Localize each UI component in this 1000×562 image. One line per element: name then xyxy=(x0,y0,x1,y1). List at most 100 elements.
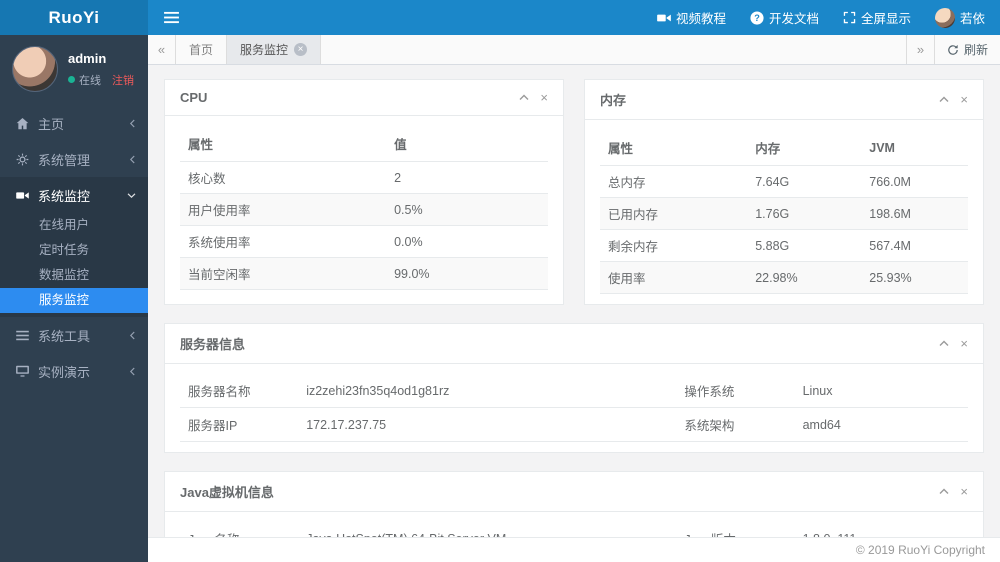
nav-label: 视频教程 xyxy=(675,12,726,26)
tabs-scroll-right-button[interactable]: » xyxy=(905,35,934,64)
collapse-chevron-up-icon[interactable] xyxy=(939,488,949,495)
table-header-row: 属性 内存 JVM xyxy=(600,130,968,166)
table-row: 核心数 2 xyxy=(180,161,548,194)
menu-item-system-tools[interactable]: 系统工具 xyxy=(0,317,148,353)
question-circle-icon: ? xyxy=(750,10,764,25)
panel-close-icon[interactable]: × xyxy=(960,93,968,106)
server-info-table: 服务器名称 iz2zehi23fn35q4od1g81rz 操作系统 Linux… xyxy=(180,374,968,442)
app-logo[interactable]: RuoYi xyxy=(0,0,148,35)
main-area: « 首页 服务监控 × » 刷新 CPU × 属性 值 核心数 2 用户使用率 … xyxy=(148,35,1000,562)
table-row: 已用内存 1.76G 198.6M xyxy=(600,197,968,230)
menu-item-label: 系统管理 xyxy=(38,152,91,168)
submenu-item-scheduled-tasks[interactable]: 定时任务 xyxy=(0,238,148,263)
sidebar: admin 在线 注销 主页 系统管理 系统监控 在线用户 定时任务 数据监控 … xyxy=(0,35,148,562)
collapse-chevron-up-icon[interactable] xyxy=(519,94,529,101)
cell-value: 0.0% xyxy=(386,225,548,258)
table-header-row: 属性 值 xyxy=(180,126,548,162)
cell-property: 核心数 xyxy=(180,161,387,194)
cell-value: 1.76G xyxy=(747,197,862,230)
footer: © 2019 RuoYi Copyright xyxy=(148,537,1000,562)
memory-panel: 内存 × 属性 内存 JVM 总内存 7.64G 766.0M 已用内存 1.7… xyxy=(584,79,984,305)
panel-tools: × xyxy=(939,93,968,106)
menu-item-home[interactable]: 主页 xyxy=(0,105,148,141)
user-info: admin 在线 注销 xyxy=(68,51,134,88)
submenu-system-monitor: 在线用户 定时任务 数据监控 服务监控 xyxy=(0,213,148,317)
sidebar-menu: 主页 系统管理 系统监控 在线用户 定时任务 数据监控 服务监控 系统工具 实例… xyxy=(0,105,148,389)
menu-item-system-management[interactable]: 系统管理 xyxy=(0,141,148,177)
sidebar-user-panel: admin 在线 注销 xyxy=(0,35,148,105)
monitor-camera-icon xyxy=(15,190,29,201)
panel-title: 内存 xyxy=(600,93,627,108)
submenu-item-server-monitor[interactable]: 服务监控 xyxy=(0,288,148,313)
table-row: 剩余内存 5.88G 567.4M xyxy=(600,229,968,262)
panel-header: 内存 × xyxy=(585,80,983,120)
panel-close-icon[interactable]: × xyxy=(960,337,968,350)
logout-link[interactable]: 注销 xyxy=(112,72,134,88)
panel-close-icon[interactable]: × xyxy=(960,485,968,498)
menu-item-label: 主页 xyxy=(38,116,65,132)
panel-tools: × xyxy=(939,337,968,350)
panel-header: Java虚拟机信息 × xyxy=(165,472,983,512)
tabs-scroll-left-button[interactable]: « xyxy=(148,35,176,64)
refresh-button[interactable]: 刷新 xyxy=(933,35,1000,64)
panel-body: 属性 内存 JVM 总内存 7.64G 766.0M 已用内存 1.76G 198.6M… xyxy=(585,120,983,304)
menu-item-demo[interactable]: 实例演示 xyxy=(0,353,148,389)
sidebar-toggle-button[interactable] xyxy=(148,0,195,35)
svg-text:?: ? xyxy=(754,13,760,23)
tab-home[interactable]: 首页 xyxy=(176,35,228,64)
panel-tools: × xyxy=(939,485,968,498)
desktop-icon xyxy=(15,365,29,377)
cell-property: 用户使用率 xyxy=(180,193,387,226)
app-root: RuoYi 视频教程 ? 开发文档 全屏显示 若依 admin 在线 注销 主页… xyxy=(0,0,1000,562)
server-info-panel: 服务器信息 × 服务器名称 iz2zehi23fn35q4od1g81rz 操作… xyxy=(164,323,984,453)
cell-value: amd64 xyxy=(794,407,968,442)
menu-item-label: 系统工具 xyxy=(38,328,91,344)
nav-video-tutorial[interactable]: 视频教程 xyxy=(657,8,726,27)
content-row-1: CPU × 属性 值 核心数 2 用户使用率 0.5% 系统使用率 0.0% 当… xyxy=(164,79,984,305)
bars-icon xyxy=(15,330,29,341)
main-layout: admin 在线 注销 主页 系统管理 系统监控 在线用户 定时任务 数据监控 … xyxy=(0,35,1000,562)
hamburger-icon xyxy=(164,11,179,24)
cell-value: 567.4M xyxy=(861,229,968,262)
user-avatar[interactable] xyxy=(12,46,58,92)
panel-header: CPU × xyxy=(165,80,563,116)
cell-value: 198.6M xyxy=(861,197,968,230)
cell-value: 22.98% xyxy=(747,261,862,294)
menu-item-label: 实例演示 xyxy=(38,364,91,380)
chevron-down-icon xyxy=(127,192,136,199)
nav-user-menu[interactable]: 若依 xyxy=(934,7,985,28)
table-row: 总内存 7.64G 766.0M xyxy=(600,165,968,198)
gear-icon xyxy=(15,153,29,166)
cell-property: 当前空闲率 xyxy=(180,257,387,290)
menu-item-label: 系统监控 xyxy=(38,188,91,204)
table-row: 系统使用率 0.0% xyxy=(180,225,548,258)
cell-value: 5.88G xyxy=(747,229,862,262)
cell-value: 7.64G xyxy=(747,165,862,198)
panel-body: 属性 值 核心数 2 用户使用率 0.5% 系统使用率 0.0% 当前空闲率 99.0% xyxy=(165,116,563,300)
panel-close-icon[interactable]: × xyxy=(540,91,548,104)
tab-server-monitor[interactable]: 服务监控 × xyxy=(227,35,322,64)
collapse-chevron-up-icon[interactable] xyxy=(939,96,949,103)
column-header: 值 xyxy=(386,126,548,162)
submenu-item-data-monitor[interactable]: 数据监控 xyxy=(0,263,148,288)
tab-close-icon[interactable]: × xyxy=(294,43,308,56)
column-header: 属性 xyxy=(600,130,748,166)
submenu-item-online-users[interactable]: 在线用户 xyxy=(0,213,148,238)
cell-property: 总内存 xyxy=(600,165,748,198)
chevron-left-icon xyxy=(129,155,136,164)
cell-value: 0.5% xyxy=(386,193,548,226)
nav-dev-docs[interactable]: ? 开发文档 xyxy=(750,8,819,27)
column-header: JVM xyxy=(861,130,968,166)
cell-value: 2 xyxy=(386,161,548,194)
cell-value: iz2zehi23fn35q4od1g81rz xyxy=(298,374,677,408)
top-navbar: RuoYi 视频教程 ? 开发文档 全屏显示 若依 xyxy=(0,0,1000,35)
online-status-link[interactable]: 在线 xyxy=(79,72,101,88)
user-name: admin xyxy=(68,50,107,66)
nav-fullscreen[interactable]: 全屏显示 xyxy=(843,8,911,27)
cell-property: 已用内存 xyxy=(600,197,748,230)
table-row: 使用率 22.98% 25.93% xyxy=(600,261,968,294)
user-avatar-small xyxy=(934,7,955,28)
chevron-left-icon xyxy=(129,331,136,340)
menu-item-system-monitor[interactable]: 系统监控 xyxy=(0,177,148,213)
collapse-chevron-up-icon[interactable] xyxy=(939,340,949,347)
